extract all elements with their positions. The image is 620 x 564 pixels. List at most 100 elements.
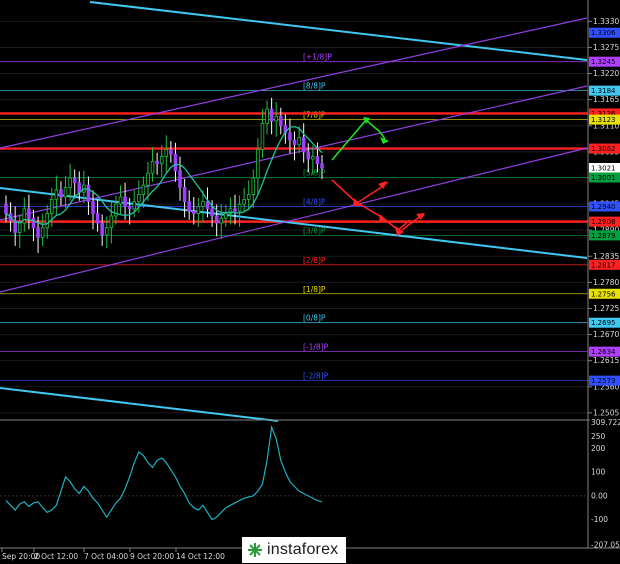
- candle-body: [127, 206, 132, 210]
- candle-body: [191, 210, 196, 214]
- candle-body: [182, 187, 187, 203]
- candle-body: [104, 227, 109, 236]
- candle-body: [260, 122, 265, 150]
- candle-body: [320, 163, 324, 169]
- candle-body: [242, 198, 246, 205]
- price-badge-label: 1.2879: [591, 232, 616, 240]
- candle-body: [187, 201, 191, 212]
- price-badge-label: 1.3245: [591, 58, 616, 66]
- candle-body: [50, 198, 54, 214]
- price-tick-label: 1.3220: [593, 69, 619, 78]
- price-tick-label: 1.2505: [593, 408, 619, 417]
- candle-body: [63, 187, 68, 198]
- candle-body: [45, 213, 49, 229]
- candle-body: [141, 184, 146, 195]
- instaforex-logo-text: instaforex: [267, 541, 339, 558]
- candle-body: [288, 132, 292, 141]
- candle-body: [210, 208, 214, 217]
- price-tick-label: 1.3275: [593, 43, 619, 52]
- murrey-level-label: [3/8]P: [303, 226, 326, 235]
- candle-body: [86, 184, 91, 203]
- murrey-level-label: [4/8]P: [303, 197, 326, 206]
- candle-body: [292, 139, 297, 146]
- candle-body: [205, 201, 210, 210]
- candle-body: [224, 213, 228, 219]
- price-badge-label: 1.2573: [591, 377, 616, 385]
- candle-body: [40, 227, 45, 238]
- oscillator-tick-label: 0.00: [591, 491, 608, 500]
- candle-body: [77, 182, 82, 193]
- candle-body: [311, 156, 315, 160]
- candle-body: [72, 177, 77, 184]
- price-badge-label: 1.2940: [591, 203, 616, 211]
- candle-body: [214, 215, 219, 224]
- candle-body: [4, 203, 8, 214]
- candle-body: [265, 108, 269, 124]
- candle-body: [109, 215, 114, 229]
- murrey-level-label: [8/8]P: [303, 82, 326, 91]
- time-tick-label: 2 Oct 12:00: [34, 552, 78, 561]
- candle-body: [315, 156, 320, 165]
- price-tick-label: 1.2670: [593, 330, 619, 339]
- price-badge-label: 1.2756: [591, 290, 616, 298]
- instaforex-logo-icon: [248, 543, 262, 557]
- candle-body: [246, 194, 251, 200]
- candle-body: [256, 149, 260, 179]
- candle-body: [233, 208, 237, 212]
- candle-body: [137, 194, 141, 203]
- murrey-level-label: [2/8]P: [303, 256, 326, 265]
- oscillator-tick-label: 309.7227: [591, 418, 620, 427]
- murrey-level-label: [7/8]P: [303, 111, 326, 120]
- time-tick-label: 7 Oct 04:00: [84, 552, 128, 561]
- candle-body: [301, 137, 306, 153]
- candle-body: [164, 149, 169, 158]
- oscillator-tick-label: -207.059: [591, 540, 620, 549]
- instaforex-logo: instaforex: [242, 537, 347, 563]
- candle-body: [173, 153, 178, 172]
- candle-body: [279, 115, 283, 127]
- candle-body: [155, 160, 159, 165]
- price-badge-label: 1.2634: [591, 348, 616, 356]
- candle-body: [68, 177, 72, 188]
- candle-body: [91, 201, 95, 214]
- price-tick-label: 1.2725: [593, 304, 619, 313]
- murrey-level-label: [-2/8]P: [303, 372, 329, 381]
- candle-body: [169, 149, 173, 155]
- price-badge-label: 1.3001: [591, 174, 616, 182]
- murrey-level-label: [-1/8]P: [303, 343, 329, 352]
- candle-body: [132, 201, 137, 210]
- price-badge-label: 1.3062: [591, 145, 616, 153]
- murrey-level-label: [1/8]P: [303, 285, 326, 294]
- price-badge-label: 1.3123: [591, 116, 616, 124]
- candle-body: [36, 227, 40, 238]
- candle-body: [17, 222, 22, 233]
- candle-body: [100, 222, 104, 236]
- candle-body: [274, 115, 278, 122]
- candle-body: [237, 203, 242, 212]
- price-badge-label: 1.3306: [591, 29, 616, 37]
- candle-body: [196, 206, 201, 214]
- candle-body: [201, 201, 205, 207]
- oscillator-tick-label: -100: [591, 515, 608, 524]
- candle-body: [146, 172, 150, 186]
- oscillator-tick-label: 200: [591, 444, 606, 453]
- candle-body: [95, 213, 100, 224]
- candle-body: [251, 177, 256, 195]
- candle-body: [54, 189, 59, 200]
- time-tick-label: 9 Oct 20:00: [130, 552, 174, 561]
- price-tick-label: 1.2615: [593, 356, 619, 365]
- time-tick-label: 14 Oct 12:00: [176, 552, 225, 561]
- oscillator-tick-label: 250: [591, 432, 606, 441]
- trading-chart[interactable]: [+1/8]P[8/8]P[7/8]P[5/8]P[4/8]P[3/8]P[2/…: [0, 0, 620, 564]
- murrey-level-label: [+1/8]P: [303, 53, 332, 62]
- candle-body: [118, 196, 123, 205]
- candle-body: [31, 217, 36, 229]
- price-tick-label: 1.2835: [593, 252, 619, 261]
- price-badge-label: 1.2817: [591, 261, 616, 269]
- candle-body: [306, 151, 311, 160]
- price-badge-label: 1.2908: [591, 218, 616, 226]
- price-tick-label: 1.3330: [593, 17, 619, 26]
- price-tick-label: 1.2780: [593, 278, 619, 287]
- candle-body: [219, 217, 224, 224]
- price-tick-label: 1.3165: [593, 95, 619, 104]
